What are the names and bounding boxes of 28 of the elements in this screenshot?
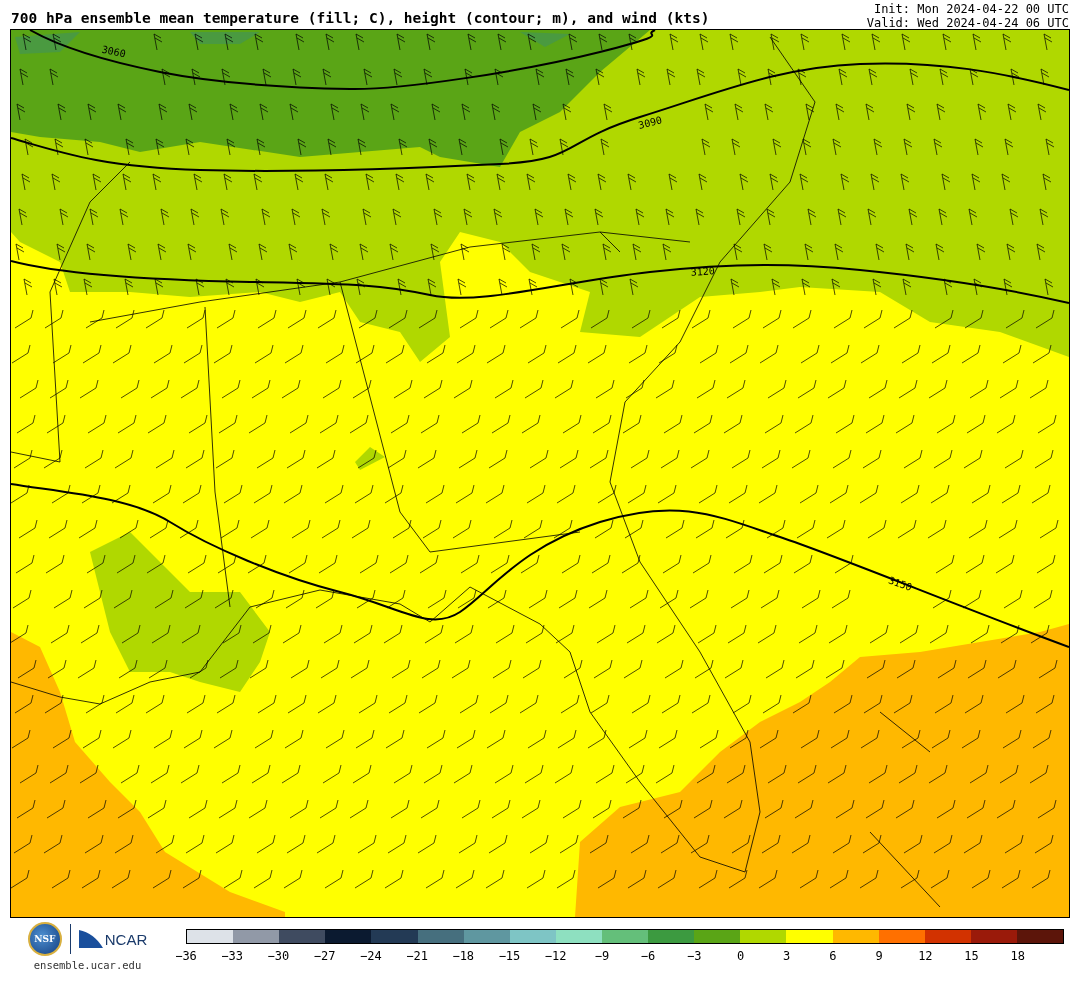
- valid-time: Valid: Wed 2024-04-24 06 UTC: [866, 16, 1069, 30]
- tick-label: −9: [594, 949, 610, 963]
- tick-label: −15: [498, 949, 521, 963]
- tick-label: 3: [783, 949, 791, 963]
- tick-label: 12: [918, 949, 933, 963]
- contour-label: 3060: [100, 43, 127, 60]
- tick-label: −30: [267, 949, 290, 963]
- website-url: ensemble.ucar.edu: [33, 959, 142, 971]
- tick-label: −3: [687, 949, 702, 963]
- tick-label: 9: [875, 949, 883, 963]
- tick-label: 15: [964, 949, 979, 963]
- tick-label: −27: [313, 949, 336, 963]
- tick-label: −24: [360, 949, 382, 963]
- tick-label: 6: [829, 949, 837, 963]
- tick-label: −6: [640, 949, 656, 963]
- init-time: Init: Mon 2024-04-22 00 UTC: [873, 2, 1069, 16]
- tick-label: −12: [544, 949, 567, 963]
- ncar-logo: NCAR: [78, 930, 148, 948]
- chart-title: 700 hPa ensemble mean temperature (fill; C), height (contour; m), and wind (kts): [11, 10, 710, 28]
- contour-label: 3120: [690, 265, 716, 278]
- tick-label: −33: [221, 949, 244, 963]
- nsf-logo: NSF: [27, 922, 62, 956]
- tick-label: 18: [1010, 949, 1025, 963]
- tick-label: −36: [175, 949, 197, 963]
- contour-label: 3090: [637, 114, 664, 131]
- tick-label: 0: [736, 949, 745, 963]
- tick-label: −18: [452, 949, 475, 963]
- tick-label: −21: [406, 949, 428, 963]
